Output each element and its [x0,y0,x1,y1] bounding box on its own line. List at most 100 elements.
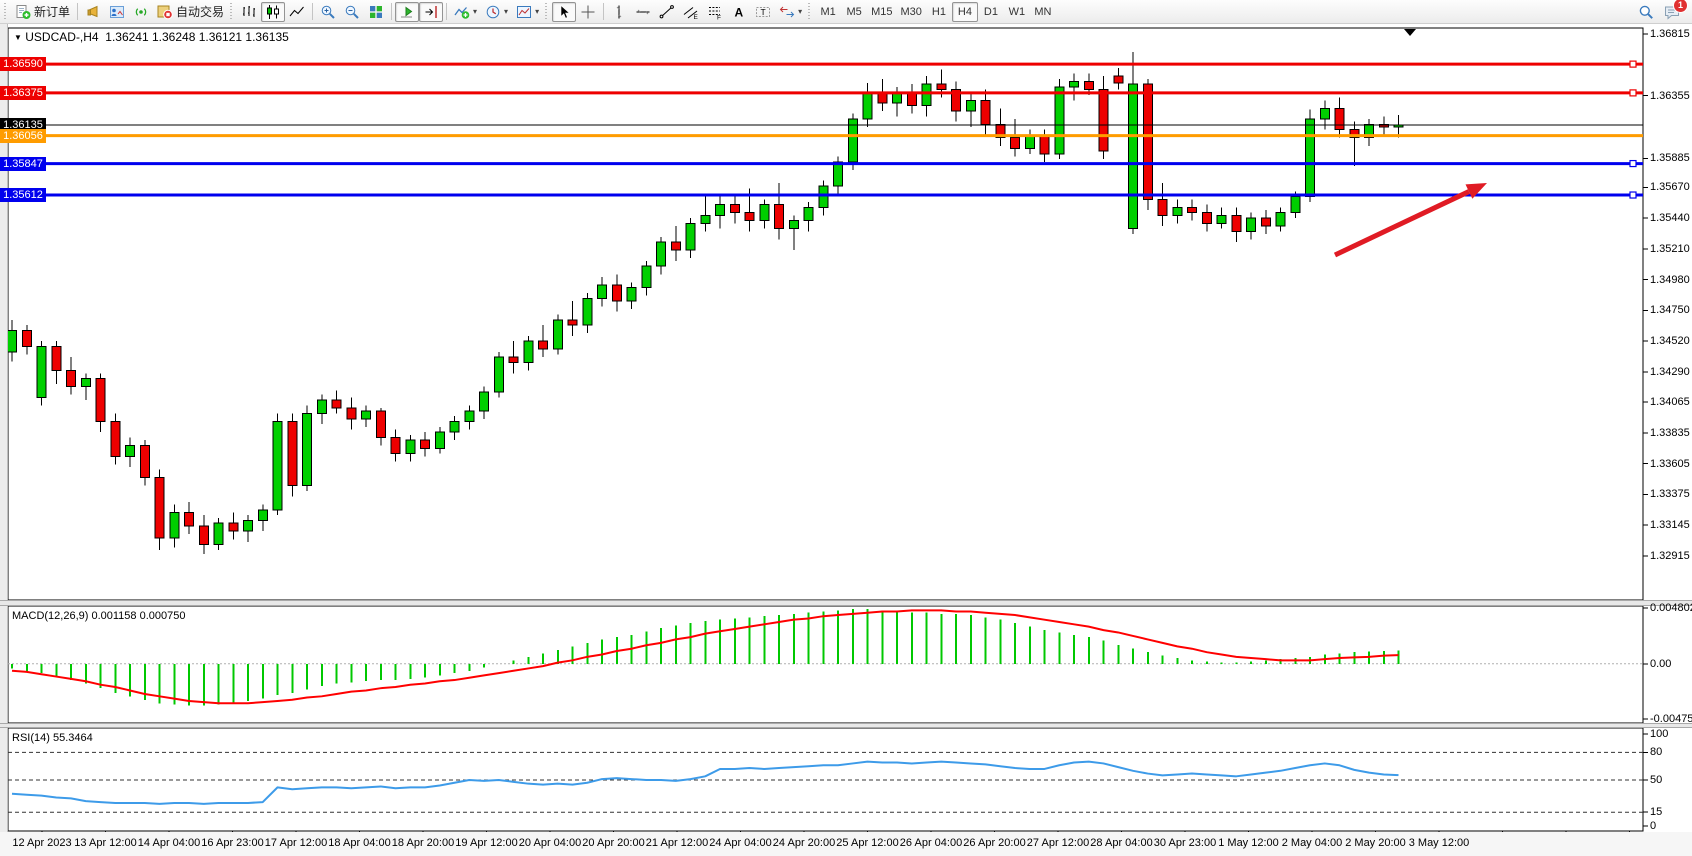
price-axis-tick: 1.32915 [1650,550,1690,562]
timeframe-h4-button[interactable]: H4 [952,2,978,22]
templates-icon [516,4,532,20]
text-label-button[interactable]: T [751,2,775,22]
indicators-icon [454,4,470,20]
price-axis-tick: 1.36815 [1650,28,1690,40]
vertical-line-icon [611,4,627,20]
button-label: M15 [871,6,892,18]
time-axis-label: 19 Apr 12:00 [455,837,517,849]
crosshair-icon [580,4,596,20]
equidistant-channel-icon: E [683,4,699,20]
zoom-out-button[interactable] [340,2,364,22]
toolbar-right-group: 1 [1634,2,1690,22]
timeframe-m15-button[interactable]: M15 [867,2,896,22]
toolbar-drag-handle[interactable] [807,3,812,20]
time-axis-label: 12 Apr 2023 [12,837,71,849]
fibonacci-button[interactable]: F [703,2,727,22]
macd-axis-tick: 0.00 [1650,658,1671,670]
toolbar-separator [603,3,604,20]
horizontal-line-button[interactable] [631,2,655,22]
toolbar-drag-handle[interactable] [3,3,8,20]
toolbar-drag-handle[interactable] [229,3,234,20]
fibonacci-icon: F [707,4,723,20]
chart-shift-button[interactable] [419,2,443,22]
line-chart-icon [289,4,305,20]
svg-text:E: E [694,14,699,20]
indicators-button[interactable]: ▾ [450,2,481,22]
toolbar-separator [77,3,78,20]
timeframe-d1-button[interactable]: D1 [978,2,1004,22]
dropdown-caret-icon[interactable]: ▾ [535,8,539,16]
line-handle[interactable] [1630,192,1636,198]
chart-title: ▼ USDCAD-,H4 1.36241 1.36248 1.36121 1.3… [14,30,289,44]
text-icon: A [731,4,747,20]
price-axis-tick: 1.34750 [1650,304,1690,316]
chat-button[interactable]: 1 [1660,2,1684,22]
pane-splitter[interactable] [0,723,1692,728]
periods-button[interactable]: ▾ [481,2,512,22]
timeframe-m1-button[interactable]: M1 [815,2,841,22]
macd-axis-tick: 0.004802 [1650,602,1692,614]
pane-splitter[interactable] [0,600,1692,606]
search-button[interactable] [1634,2,1658,22]
mt4-window: 新订单 自动交易 ▾ ▾ ▾ E F AT ▾ M1M5 M15 M30H1H4D1 W1 MN 1 ▼ U… [0,0,1692,856]
rsi-axis-tick: 80 [1650,746,1662,758]
auto-trading-icon [157,4,173,20]
trendline-button[interactable] [655,2,679,22]
tile-windows-button[interactable] [364,2,388,22]
button-label: W1 [1009,6,1026,18]
time-axis-label: 3 May 12:00 [1409,837,1470,849]
dropdown-caret-icon[interactable]: ▾ [798,8,802,16]
bar-chart-button[interactable] [237,2,261,22]
person-chart-icon [109,4,125,20]
signals-button[interactable] [129,2,153,22]
price-axis-tick: 1.36355 [1650,90,1690,102]
line-chart-button[interactable] [285,2,309,22]
alerts-button[interactable] [81,2,105,22]
auto-scroll-button[interactable] [395,2,419,22]
toolbar-drag-handle[interactable] [544,3,549,20]
collapse-triangle-icon[interactable]: ▼ [14,33,22,42]
timeframe-mn-button[interactable]: MN [1030,2,1056,22]
price-tag: 1.35847 [0,157,46,171]
chart-window[interactable]: ▼ USDCAD-,H4 1.36241 1.36248 1.36121 1.3… [0,24,1692,856]
time-axis-label: 24 Apr 20:00 [773,837,835,849]
time-axis-label: 2 May 04:00 [1282,837,1343,849]
zoom-in-button[interactable] [316,2,340,22]
timeframe-w1-button[interactable]: W1 [1004,2,1030,22]
button-label: 新订单 [34,3,70,20]
periods-icon [485,4,501,20]
toolbar-separator [391,3,392,20]
trendline-icon [659,4,675,20]
rsi-axis-tick: 100 [1650,728,1668,740]
equidistant-channel-button[interactable]: E [679,2,703,22]
price-axis-tick: 1.33605 [1650,458,1690,470]
svg-text:F: F [717,14,721,20]
text-button[interactable]: A [727,2,751,22]
auto-trading-button[interactable]: 自动交易 [153,2,228,22]
line-handle[interactable] [1630,161,1636,167]
cursor-button[interactable] [552,2,576,22]
templates-button[interactable]: ▾ [512,2,543,22]
arrows-button[interactable]: ▾ [775,2,806,22]
dropdown-caret-icon[interactable]: ▾ [504,8,508,16]
timeframe-m5-button[interactable]: M5 [841,2,867,22]
timeframe-h1-button[interactable]: H1 [926,2,952,22]
chart-canvas[interactable] [0,24,1692,856]
candle-chart-icon [265,4,281,20]
price-axis-tick: 1.35885 [1650,152,1690,164]
timeframe-m30-button[interactable]: M30 [897,2,926,22]
time-axis-label: 27 Apr 12:00 [1027,837,1089,849]
new-order-button[interactable]: 新订单 [11,2,74,22]
candlestick-chart-button[interactable] [261,2,285,22]
rsi-axis-tick: 15 [1650,806,1662,818]
price-axis-tick: 1.35440 [1650,212,1690,224]
vertical-line-button[interactable] [607,2,631,22]
line-handle[interactable] [1630,90,1636,96]
rsi-axis-tick: 0 [1650,820,1656,832]
ohlc-values: 1.36241 1.36248 1.36121 1.36135 [105,30,289,44]
line-handle[interactable] [1630,61,1636,67]
button-label: 自动交易 [176,3,224,20]
market-watch-button[interactable] [105,2,129,22]
crosshair-button[interactable] [576,2,600,22]
dropdown-caret-icon[interactable]: ▾ [473,8,477,16]
